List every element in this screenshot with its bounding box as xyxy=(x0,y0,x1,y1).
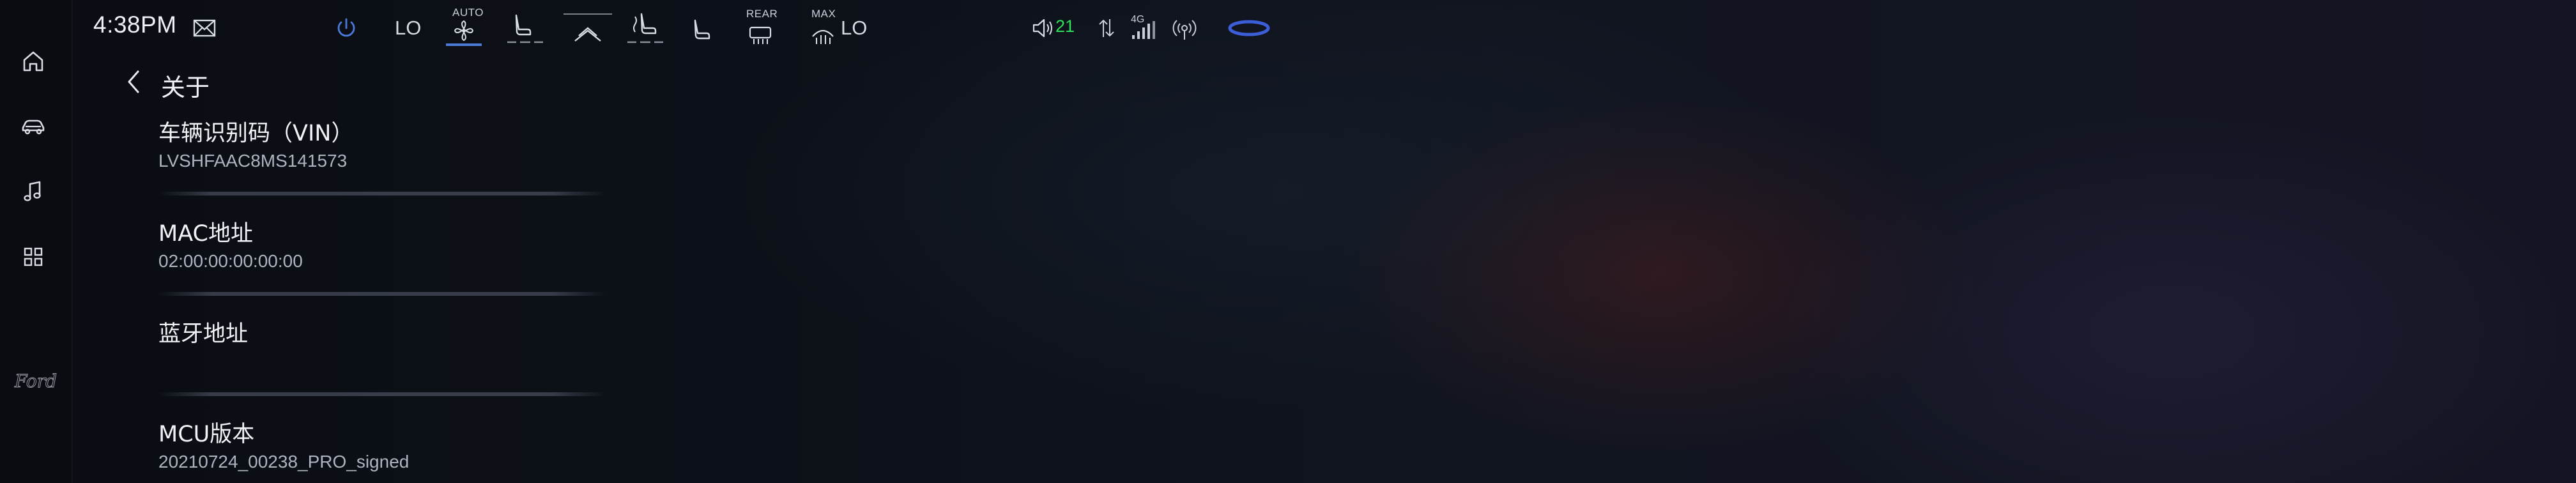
vin-value: LVSHFAAC8MS141573 xyxy=(158,151,348,171)
connected-services-indicator xyxy=(1170,15,1199,43)
cabin-temp: 21 xyxy=(1055,17,1075,36)
nav-rail: Ford xyxy=(0,0,72,483)
driver-seat-cool-button[interactable] xyxy=(625,12,666,46)
apps-icon xyxy=(24,247,43,266)
ford-oval-button[interactable] xyxy=(1225,17,1273,40)
data-transfer-icon xyxy=(1099,19,1114,37)
connectivity-icon xyxy=(1172,20,1197,40)
messages-button[interactable] xyxy=(192,15,217,41)
passenger-seat-button[interactable] xyxy=(684,17,717,45)
svg-text:Ford: Ford xyxy=(14,371,57,392)
divider xyxy=(158,392,606,396)
rear-label: REAR xyxy=(746,8,778,20)
home-button[interactable] xyxy=(14,42,52,80)
left-temp-setting[interactable]: LO xyxy=(395,17,421,40)
climate-power-button[interactable] xyxy=(332,14,360,42)
cellular-signal xyxy=(1131,20,1156,41)
mac-label: MAC地址 xyxy=(158,221,253,247)
max-defrost-icon xyxy=(812,29,834,44)
ford-logo: Ford xyxy=(8,365,64,399)
mcu-version-label: MCU版本 xyxy=(158,422,255,447)
max-label: MAX xyxy=(811,8,836,20)
rear-defrost-button[interactable] xyxy=(746,22,774,47)
divider xyxy=(158,292,606,296)
back-button[interactable] xyxy=(121,68,147,96)
ford-oval-icon xyxy=(1228,20,1270,36)
volume-indicator[interactable] xyxy=(1030,15,1055,41)
home-icon xyxy=(23,51,43,72)
power-icon xyxy=(337,18,355,37)
max-defrost-button[interactable] xyxy=(809,22,837,47)
speaker-icon xyxy=(1032,19,1052,38)
envelope-icon xyxy=(193,19,216,37)
chevron-left-icon xyxy=(128,70,139,93)
defrost-button[interactable] xyxy=(562,12,613,45)
media-button[interactable] xyxy=(14,172,52,211)
vehicle-button[interactable] xyxy=(14,107,52,146)
mac-value: 02:00:00:00:00:00 xyxy=(158,251,303,271)
seat-heat-icon xyxy=(507,14,543,43)
mcu-version-value: 20210724_00238_PRO_signed xyxy=(158,452,410,471)
seat-icon xyxy=(694,19,710,40)
page-title: 关于 xyxy=(161,73,210,102)
apps-button[interactable] xyxy=(14,238,52,276)
background xyxy=(0,0,2576,483)
status-bar: 4:38PM LO AUTO REAR MAX LO 21 4G xyxy=(72,0,2576,59)
data-activity-indicator xyxy=(1094,15,1119,41)
car-icon xyxy=(22,119,45,135)
seat-vent-icon xyxy=(627,13,663,43)
right-temp-setting[interactable]: LO xyxy=(841,17,867,40)
music-icon xyxy=(24,181,41,201)
driver-seat-heat-button[interactable] xyxy=(505,13,546,46)
rear-defrost-icon xyxy=(749,26,772,44)
defrost-icon xyxy=(564,13,612,42)
divider xyxy=(158,192,606,195)
signal-bars-icon xyxy=(1132,21,1155,39)
vin-label: 车辆识别码（VIN） xyxy=(158,121,354,146)
clock: 4:38PM xyxy=(93,12,177,38)
auto-label: AUTO xyxy=(452,6,484,19)
bluetooth-address-label: 蓝牙地址 xyxy=(158,321,249,347)
